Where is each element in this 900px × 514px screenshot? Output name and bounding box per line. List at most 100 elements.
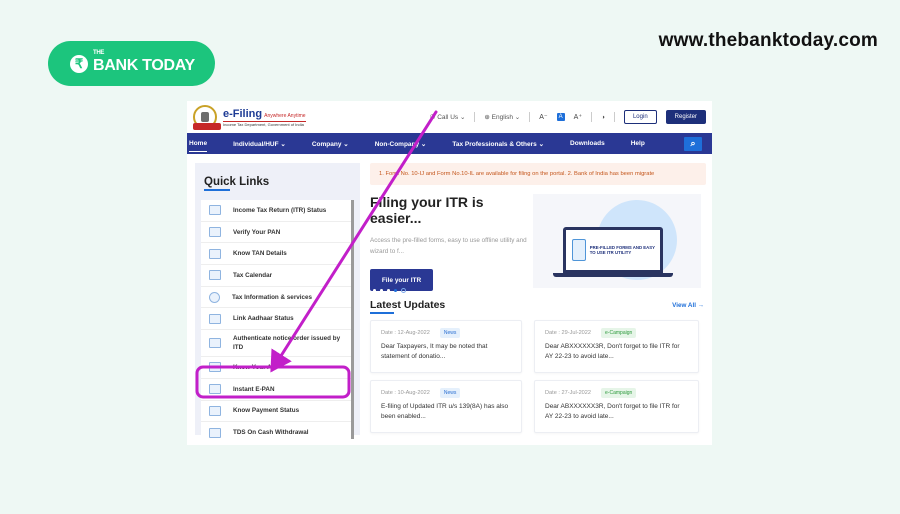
font-increase-button[interactable]: A⁺ [574, 113, 582, 121]
quick-link-instant-epan[interactable]: Instant E-PAN [201, 379, 351, 401]
font-decrease-button[interactable]: A⁻ [539, 113, 547, 121]
quick-link-itr-status[interactable]: Income Tax Return (ITR) Status [201, 200, 351, 222]
nav-non-company[interactable]: Non-Company ⌄ [375, 140, 427, 148]
update-date: Date : 27-Jul-2022 [545, 390, 592, 396]
laptop-base [553, 273, 673, 277]
quick-link-label: Authenticate notice/order issued by ITD [233, 335, 341, 352]
update-date: Date : 29-Jul-2022 [545, 330, 592, 336]
carousel-dot[interactable] [373, 289, 376, 292]
quick-link-tds-cash[interactable]: TDS On Cash Withdrawal [201, 422, 351, 439]
nav-downloads[interactable]: Downloads [570, 140, 605, 147]
utility-bar: ✆ Call Us ⌄ ⊕ English ⌄ A⁻ A A⁺ ◑ Login … [430, 110, 706, 124]
quick-link-label: TDS On Cash Withdrawal [233, 429, 309, 437]
efiling-logo[interactable]: e-Filing Anywhere Anytime Income Tax Depa… [193, 105, 306, 130]
campaign-badge: e-Campaign [601, 328, 637, 338]
info-icon [209, 291, 220, 303]
update-text: Dear ABXXXXXX3R, Don't forget to file IT… [545, 343, 680, 360]
update-card[interactable]: Date : 29-Jul-2022 e-Campaign Dear ABXXXX… [534, 320, 699, 373]
nav-tax-professionals[interactable]: Tax Professionals & Others ⌄ [452, 140, 544, 148]
logo-title: e-Filing [223, 107, 263, 120]
quick-links-title: Quick Links [204, 176, 270, 191]
update-text: Dear ABXXXXXX3R, Don't forget to file IT… [545, 403, 680, 420]
font-normal-button[interactable]: A [556, 113, 565, 121]
update-card[interactable]: Date : 10-Aug-2022 News E-filing of Updat… [370, 380, 522, 433]
main-nav: Home Individual/HUF ⌄ Company ⌄ Non-Comp… [187, 133, 712, 154]
campaign-badge: e-Campaign [601, 388, 637, 398]
main-content: 1. Form No. 10-IJ and Form No.10-IL are … [370, 163, 706, 435]
site-url: www.thebanktoday.com [658, 30, 878, 51]
quick-link-label: Know TAN Details [233, 250, 287, 258]
rupee-icon: ₹ [70, 54, 88, 73]
quick-link-label: Instant E-PAN [233, 385, 275, 393]
quick-link-label: Tax Information & services [232, 293, 313, 301]
quick-links-list[interactable]: Income Tax Return (ITR) Status Verify Yo… [201, 200, 354, 439]
quick-link-label: Know Payment Status [233, 407, 300, 415]
news-badge: News [439, 328, 461, 338]
quick-link-payment-status[interactable]: Know Payment Status [201, 401, 351, 423]
update-date: Date : 10-Aug-2022 [381, 390, 430, 396]
call-us-menu[interactable]: ✆ Call Us ⌄ [430, 113, 465, 121]
updates-grid: Date : 12-Aug-2022 News Dear Taxpayers, I… [370, 320, 706, 433]
news-badge: News [439, 388, 461, 398]
file-itr-label: File your ITR [381, 276, 422, 284]
news-ticker[interactable]: 1. Form No. 10-IJ and Form No.10-IL are … [370, 163, 706, 185]
laptop-icon: PRE-FILLED FORMS AND EASY TO USE ITR UTI… [563, 227, 663, 273]
document-icon [572, 239, 586, 261]
carousel-dot[interactable] [380, 289, 383, 292]
file-itr-button[interactable]: File your ITR [370, 269, 433, 293]
quick-link-aadhaar-status[interactable]: Link Aadhaar Status [201, 308, 351, 331]
search-icon[interactable]: ⌕ [684, 136, 702, 151]
quick-link-label: Know Your AO [233, 363, 277, 371]
nav-home[interactable]: Home [189, 140, 208, 152]
carousel-dot-active[interactable] [394, 289, 397, 292]
payment-icon [209, 405, 221, 416]
aadhaar-icon [209, 313, 221, 324]
language-label: English [491, 114, 513, 121]
brand-name-text: BANK TODAY [93, 56, 195, 74]
quick-link-authenticate-notice[interactable]: Authenticate notice/order issued by ITD [201, 330, 351, 358]
divider [529, 112, 531, 122]
quick-link-label: Income Tax Return (ITR) Status [233, 206, 327, 214]
tds-icon [209, 427, 221, 438]
epan-card-icon [209, 384, 221, 395]
hero-banner: Filing your ITR is easier... Access the … [370, 194, 706, 293]
contrast-icon[interactable]: ◑ [601, 114, 605, 121]
brand-name: THE BANK TODAY [93, 50, 195, 74]
portal-topbar: e-Filing Anywhere Anytime Income Tax Depa… [187, 101, 712, 133]
register-button[interactable]: Register [665, 110, 706, 124]
logo-subtitle: Income Tax Department, Government of Ind… [223, 120, 306, 127]
emblem-icon [193, 105, 221, 130]
tan-details-icon [209, 248, 221, 259]
hero-description: Access the pre-filled forms, easy to use… [370, 237, 527, 255]
nav-company[interactable]: Company ⌄ [312, 140, 349, 148]
nav-individual-huf[interactable]: Individual/HUF ⌄ [233, 140, 286, 148]
language-select[interactable]: ⊕ English ⌄ [484, 113, 520, 121]
illustration-text: PRE-FILLED FORMS AND EASY TO USE ITR UTI… [589, 245, 655, 255]
efiling-screenshot: e-Filing Anywhere Anytime Income Tax Depa… [187, 101, 712, 445]
update-card[interactable]: Date : 12-Aug-2022 News Dear Taxpayers, I… [370, 320, 522, 373]
divider [591, 112, 593, 122]
divider [613, 112, 615, 122]
quick-link-know-ao[interactable]: Know Your AO [201, 357, 351, 379]
quick-link-verify-pan[interactable]: Verify Your PAN [201, 222, 351, 244]
quick-link-tan-details[interactable]: Know TAN Details [201, 243, 351, 266]
hero-illustration: PRE-FILLED FORMS AND EASY TO USE ITR UTI… [533, 194, 701, 288]
quick-link-label: Link Aadhaar Status [233, 315, 294, 323]
view-all-link[interactable]: View All → [672, 302, 704, 309]
quick-link-label: Tax Calendar [233, 271, 273, 279]
itr-status-icon [209, 205, 221, 216]
update-card[interactable]: Date : 27-Jul-2022 e-Campaign Dear ABXXXX… [534, 380, 699, 433]
latest-updates-title: Latest Updates [370, 299, 446, 314]
login-button[interactable]: Login [623, 110, 657, 124]
document-icon [209, 338, 221, 349]
update-text: Dear Taxpayers, It may be noted that sta… [381, 343, 488, 360]
nav-help[interactable]: Help [631, 140, 645, 147]
quick-link-tax-info[interactable]: Tax Information & services [201, 287, 351, 309]
logo-tagline: Anywhere Anytime [264, 112, 306, 119]
carousel-dot[interactable] [387, 289, 390, 292]
brand-the: THE [93, 49, 105, 56]
quick-link-tax-calendar[interactable]: Tax Calendar [201, 265, 351, 287]
carousel-dots[interactable] [373, 288, 406, 293]
brand-logo: ₹ THE BANK TODAY [48, 41, 215, 86]
carousel-dot[interactable] [401, 288, 406, 293]
